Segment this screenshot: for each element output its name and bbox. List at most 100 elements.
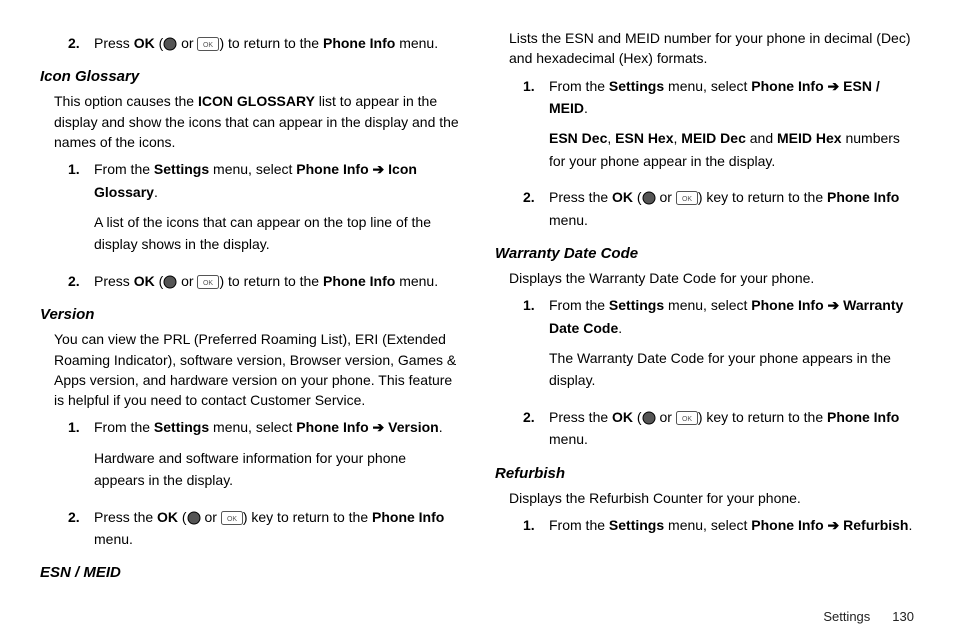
text: Phone Info [751, 297, 823, 313]
step-number: 2. [68, 32, 80, 54]
text: This option causes the [54, 93, 198, 109]
paragraph: Displays the Refurbish Counter for your … [509, 488, 914, 508]
step-list: 1. From the Settings menu, select Phone … [40, 416, 459, 550]
arrow-icon: ➔ [369, 161, 389, 177]
text: menu. [549, 212, 588, 228]
round-button-icon [163, 37, 177, 51]
text: . [618, 320, 622, 336]
arrow-icon: ➔ [824, 78, 844, 94]
text: ) to return to the [219, 273, 323, 289]
text: and [746, 130, 777, 146]
text: or [177, 273, 197, 289]
step-number: 2. [523, 406, 535, 428]
text: Phone Info [323, 35, 395, 51]
text: ) to return to the [219, 35, 323, 51]
text: menu, select [664, 517, 751, 533]
svg-text:OK: OK [227, 516, 237, 523]
step-number: 1. [523, 294, 535, 316]
text: Phone Info [296, 419, 368, 435]
text: Phone Info [323, 273, 395, 289]
text: Press the [549, 409, 612, 425]
step-list: 2. Press OK ( or OK) to return to the Ph… [40, 32, 459, 54]
text: OK [157, 509, 178, 525]
text: ESN Hex [615, 130, 673, 146]
text: Phone Info [827, 189, 899, 205]
subheading-version: Version [40, 306, 459, 323]
step-list: 1. From the Settings menu, select Phone … [495, 514, 914, 536]
text: Phone Info [827, 409, 899, 425]
text: menu. [549, 431, 588, 447]
arrow-icon: ➔ [824, 517, 844, 533]
text: ESN Dec [549, 130, 607, 146]
step-number: 1. [68, 416, 80, 438]
step-item: 2. Press the OK ( or OK ) key to return t… [495, 186, 914, 231]
text: ) key to return to the [698, 189, 827, 205]
text: menu. [94, 531, 133, 547]
step-extra: ESN Dec, ESN Hex, MEID Dec and MEID Hex … [549, 127, 914, 172]
text: ( [633, 409, 642, 425]
step-number: 2. [68, 270, 80, 292]
text: . [439, 419, 443, 435]
text: ) key to return to the [698, 409, 827, 425]
text: Press the [549, 189, 612, 205]
text: Phone Info [296, 161, 368, 177]
text: MEID Hex [777, 130, 842, 146]
text: or [656, 189, 676, 205]
paragraph: Lists the ESN and MEID number for your p… [509, 28, 914, 69]
text: From the [94, 161, 154, 177]
text: . [908, 517, 912, 533]
text: or [656, 409, 676, 425]
text: . [154, 184, 158, 200]
ok-key-icon: OK [197, 37, 219, 51]
text: Press [94, 35, 134, 51]
ok-key-icon: OK [676, 411, 698, 425]
text: ( [178, 509, 187, 525]
text: Phone Info [372, 509, 444, 525]
arrow-icon: ➔ [824, 297, 844, 313]
step-number: 1. [523, 514, 535, 536]
step-item: 1. From the Settings menu, select Phone … [495, 514, 914, 536]
text: MEID Dec [681, 130, 746, 146]
subheading-esn-meid: ESN / MEID [40, 564, 459, 581]
text: menu, select [209, 161, 296, 177]
step-item: 2. Press OK ( or OK) to return to the Ph… [40, 270, 459, 292]
text: Settings [154, 161, 209, 177]
text: ( [155, 35, 164, 51]
step-item: 1. From the Settings menu, select Phone … [40, 158, 459, 256]
step-number: 2. [68, 506, 80, 528]
text: ICON GLOSSARY [198, 93, 315, 109]
text: OK [134, 35, 155, 51]
text: OK [612, 409, 633, 425]
text: From the [549, 517, 609, 533]
round-button-icon [642, 411, 656, 425]
step-item: 1. From the Settings menu, select Phone … [40, 416, 459, 491]
text: ( [155, 273, 164, 289]
text: ) key to return to the [243, 509, 372, 525]
text: Settings [609, 78, 664, 94]
subheading-warranty: Warranty Date Code [495, 245, 914, 262]
text: Settings [609, 517, 664, 533]
arrow-icon: ➔ [369, 419, 389, 435]
step-extra: The Warranty Date Code for your phone ap… [549, 347, 914, 392]
svg-text:OK: OK [682, 196, 692, 203]
ok-key-icon: OK [197, 275, 219, 289]
svg-text:OK: OK [203, 280, 213, 287]
round-button-icon [642, 191, 656, 205]
footer-section: Settings [823, 609, 870, 624]
text: OK [612, 189, 633, 205]
text: Settings [609, 297, 664, 313]
step-item: 2. Press the OK ( or OK) key to return t… [495, 406, 914, 451]
step-item: 2. Press the OK ( or OK) key to return t… [40, 506, 459, 551]
text: menu, select [664, 78, 751, 94]
paragraph: Displays the Warranty Date Code for your… [509, 268, 914, 288]
step-list: 1. From the Settings menu, select Phone … [40, 158, 459, 292]
paragraph: This option causes the ICON GLOSSARY lis… [54, 91, 459, 152]
step-number: 2. [523, 186, 535, 208]
page-footer: Settings130 [823, 609, 914, 624]
paragraph: You can view the PRL (Preferred Roaming … [54, 329, 459, 410]
text: OK [134, 273, 155, 289]
svg-text:OK: OK [203, 42, 213, 49]
step-extra: A list of the icons that can appear on t… [94, 211, 459, 256]
text: . [584, 100, 588, 116]
text: ( [633, 189, 642, 205]
